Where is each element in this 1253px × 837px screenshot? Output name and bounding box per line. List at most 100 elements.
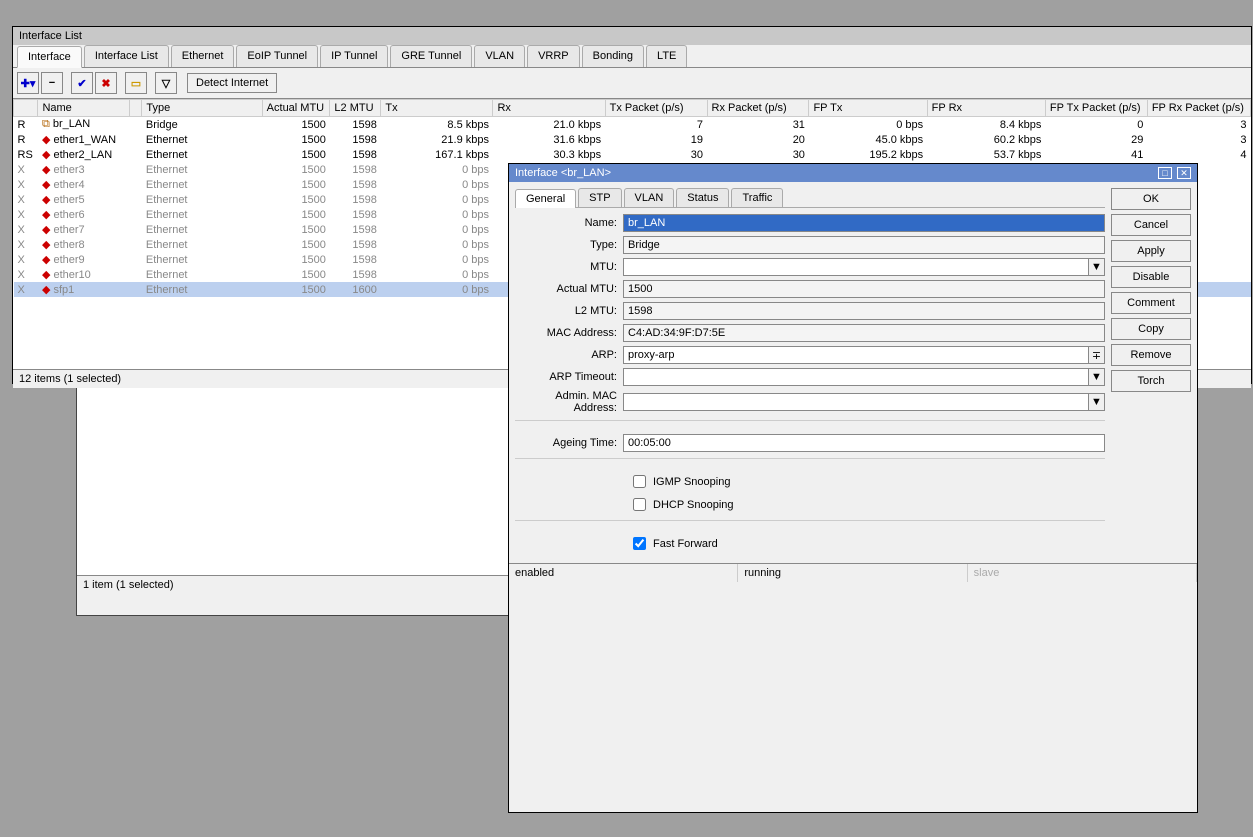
tab-ip-tunnel[interactable]: IP Tunnel xyxy=(320,45,388,67)
arp-timeout-label: ARP Timeout: xyxy=(515,371,623,383)
filter-button[interactable]: ▽ xyxy=(155,72,177,94)
tab-bonding[interactable]: Bonding xyxy=(582,45,644,67)
dialog-buttons: OK Cancel Apply Disable Comment Copy Remove Tor… xyxy=(1111,188,1191,557)
arp-dropdown-icon[interactable]: ∓ xyxy=(1089,346,1105,364)
ethernet-icon: ◆ xyxy=(42,254,50,266)
ethernet-icon: ◆ xyxy=(42,239,50,251)
l2-mtu-field xyxy=(623,302,1105,320)
column-header[interactable]: Rx xyxy=(493,100,605,117)
name-field[interactable] xyxy=(623,214,1105,232)
tab-interface[interactable]: Interface xyxy=(17,46,82,68)
ok-button[interactable]: OK xyxy=(1111,188,1191,210)
remove-button[interactable]: − xyxy=(41,72,63,94)
main-tabs: InterfaceInterface ListEthernetEoIP Tunn… xyxy=(13,45,1251,68)
remove-button[interactable]: Remove xyxy=(1111,344,1191,366)
ff-label: Fast Forward xyxy=(653,538,718,550)
column-header[interactable]: FP Rx xyxy=(927,100,1045,117)
dhcp-checkbox[interactable] xyxy=(633,498,646,511)
dialog-tab-traffic[interactable]: Traffic xyxy=(731,188,783,207)
mac-label: MAC Address: xyxy=(515,327,623,339)
arp-label: ARP: xyxy=(515,349,623,361)
igmp-checkbox[interactable] xyxy=(633,475,646,488)
dialog-title: Interface <br_LAN> xyxy=(515,167,611,179)
column-header[interactable]: FP Tx Packet (p/s) xyxy=(1045,100,1147,117)
bridge-icon: ⧉ xyxy=(42,118,50,130)
column-header[interactable]: L2 MTU xyxy=(330,100,381,117)
apply-button[interactable]: Apply xyxy=(1111,240,1191,262)
table-row[interactable]: R⧉ br_LANBridge150015988.5 kbps21.0 kbps… xyxy=(14,117,1251,133)
dialog-tab-general[interactable]: General xyxy=(515,189,576,208)
tab-interface-list[interactable]: Interface List xyxy=(84,45,169,67)
admin-mac-label: Admin. MAC Address: xyxy=(515,390,623,414)
table-row[interactable]: R◆ ether1_WANEthernet1500159821.9 kbps31… xyxy=(14,132,1251,147)
ethernet-icon: ◆ xyxy=(42,194,50,206)
detect-internet-button[interactable]: Detect Internet xyxy=(187,73,277,93)
ethernet-icon: ◆ xyxy=(42,134,50,146)
column-header[interactable]: FP Tx xyxy=(809,100,927,117)
ageing-label: Ageing Time: xyxy=(515,437,623,449)
arp-field[interactable] xyxy=(623,346,1089,364)
ethernet-icon: ◆ xyxy=(42,224,50,236)
column-header[interactable]: Type xyxy=(142,100,262,117)
minimize-icon[interactable]: □ xyxy=(1158,167,1172,179)
arp-timeout-dropdown-icon[interactable]: ▼ xyxy=(1089,368,1105,386)
dialog-status: enabled running slave xyxy=(509,563,1197,582)
close-icon[interactable]: ✕ xyxy=(1177,167,1191,179)
tab-vlan[interactable]: VLAN xyxy=(474,45,525,67)
table-row[interactable]: RS◆ ether2_LANEthernet15001598167.1 kbps… xyxy=(14,147,1251,162)
ethernet-icon: ◆ xyxy=(42,284,50,296)
type-field xyxy=(623,236,1105,254)
column-header[interactable]: Actual MTU xyxy=(262,100,330,117)
actual-mtu-field xyxy=(623,280,1105,298)
window-title: Interface List xyxy=(13,27,1251,45)
ethernet-icon: ◆ xyxy=(42,164,50,176)
mac-field xyxy=(623,324,1105,342)
mtu-dropdown-icon[interactable]: ▼ xyxy=(1089,258,1105,276)
mtu-label: MTU: xyxy=(515,261,623,273)
dialog-titlebar[interactable]: Interface <br_LAN> □ ✕ xyxy=(509,164,1197,182)
tab-lte[interactable]: LTE xyxy=(646,45,687,67)
cancel-button[interactable]: Cancel xyxy=(1111,214,1191,236)
disable-button[interactable]: Disable xyxy=(1111,266,1191,288)
igmp-label: IGMP Snooping xyxy=(653,476,730,488)
status-enabled: enabled xyxy=(509,564,738,582)
ethernet-icon: ◆ xyxy=(42,269,50,281)
mtu-field[interactable] xyxy=(623,258,1089,276)
tab-ethernet[interactable]: Ethernet xyxy=(171,45,235,67)
column-header[interactable] xyxy=(14,100,38,117)
column-header[interactable] xyxy=(130,100,142,117)
ff-checkbox[interactable] xyxy=(633,537,646,550)
l2-mtu-label: L2 MTU: xyxy=(515,305,623,317)
add-button[interactable]: ✚▾ xyxy=(17,72,39,94)
column-header[interactable]: Tx Packet (p/s) xyxy=(605,100,707,117)
comment-button[interactable]: ▭ xyxy=(125,72,147,94)
dialog-tabs: GeneralSTPVLANStatusTraffic xyxy=(515,188,1105,208)
dialog-tab-status[interactable]: Status xyxy=(676,188,729,207)
ethernet-icon: ◆ xyxy=(42,209,50,221)
admin-mac-dropdown-icon[interactable]: ▼ xyxy=(1089,393,1105,411)
column-header[interactable]: Rx Packet (p/s) xyxy=(707,100,809,117)
ethernet-icon: ◆ xyxy=(42,149,50,161)
actual-mtu-label: Actual MTU: xyxy=(515,283,623,295)
status-slave: slave xyxy=(968,564,1197,582)
comment-button[interactable]: Comment xyxy=(1111,292,1191,314)
tab-gre-tunnel[interactable]: GRE Tunnel xyxy=(390,45,472,67)
interface-dialog: Interface <br_LAN> □ ✕ GeneralSTPVLANSta… xyxy=(508,163,1198,813)
arp-timeout-field[interactable] xyxy=(623,368,1089,386)
tab-vrrp[interactable]: VRRP xyxy=(527,45,580,67)
type-label: Type: xyxy=(515,239,623,251)
disable-button[interactable]: ✖ xyxy=(95,72,117,94)
torch-button[interactable]: Torch xyxy=(1111,370,1191,392)
column-header[interactable]: Tx xyxy=(381,100,493,117)
dhcp-label: DHCP Snooping xyxy=(653,499,734,511)
column-header[interactable]: Name xyxy=(38,100,130,117)
dialog-tab-vlan[interactable]: VLAN xyxy=(624,188,675,207)
enable-button[interactable]: ✔ xyxy=(71,72,93,94)
dialog-tab-stp[interactable]: STP xyxy=(578,188,621,207)
ageing-field[interactable] xyxy=(623,434,1105,452)
admin-mac-field[interactable] xyxy=(623,393,1089,411)
name-label: Name: xyxy=(515,217,623,229)
column-header[interactable]: FP Rx Packet (p/s) xyxy=(1147,100,1250,117)
copy-button[interactable]: Copy xyxy=(1111,318,1191,340)
tab-eoip-tunnel[interactable]: EoIP Tunnel xyxy=(236,45,318,67)
